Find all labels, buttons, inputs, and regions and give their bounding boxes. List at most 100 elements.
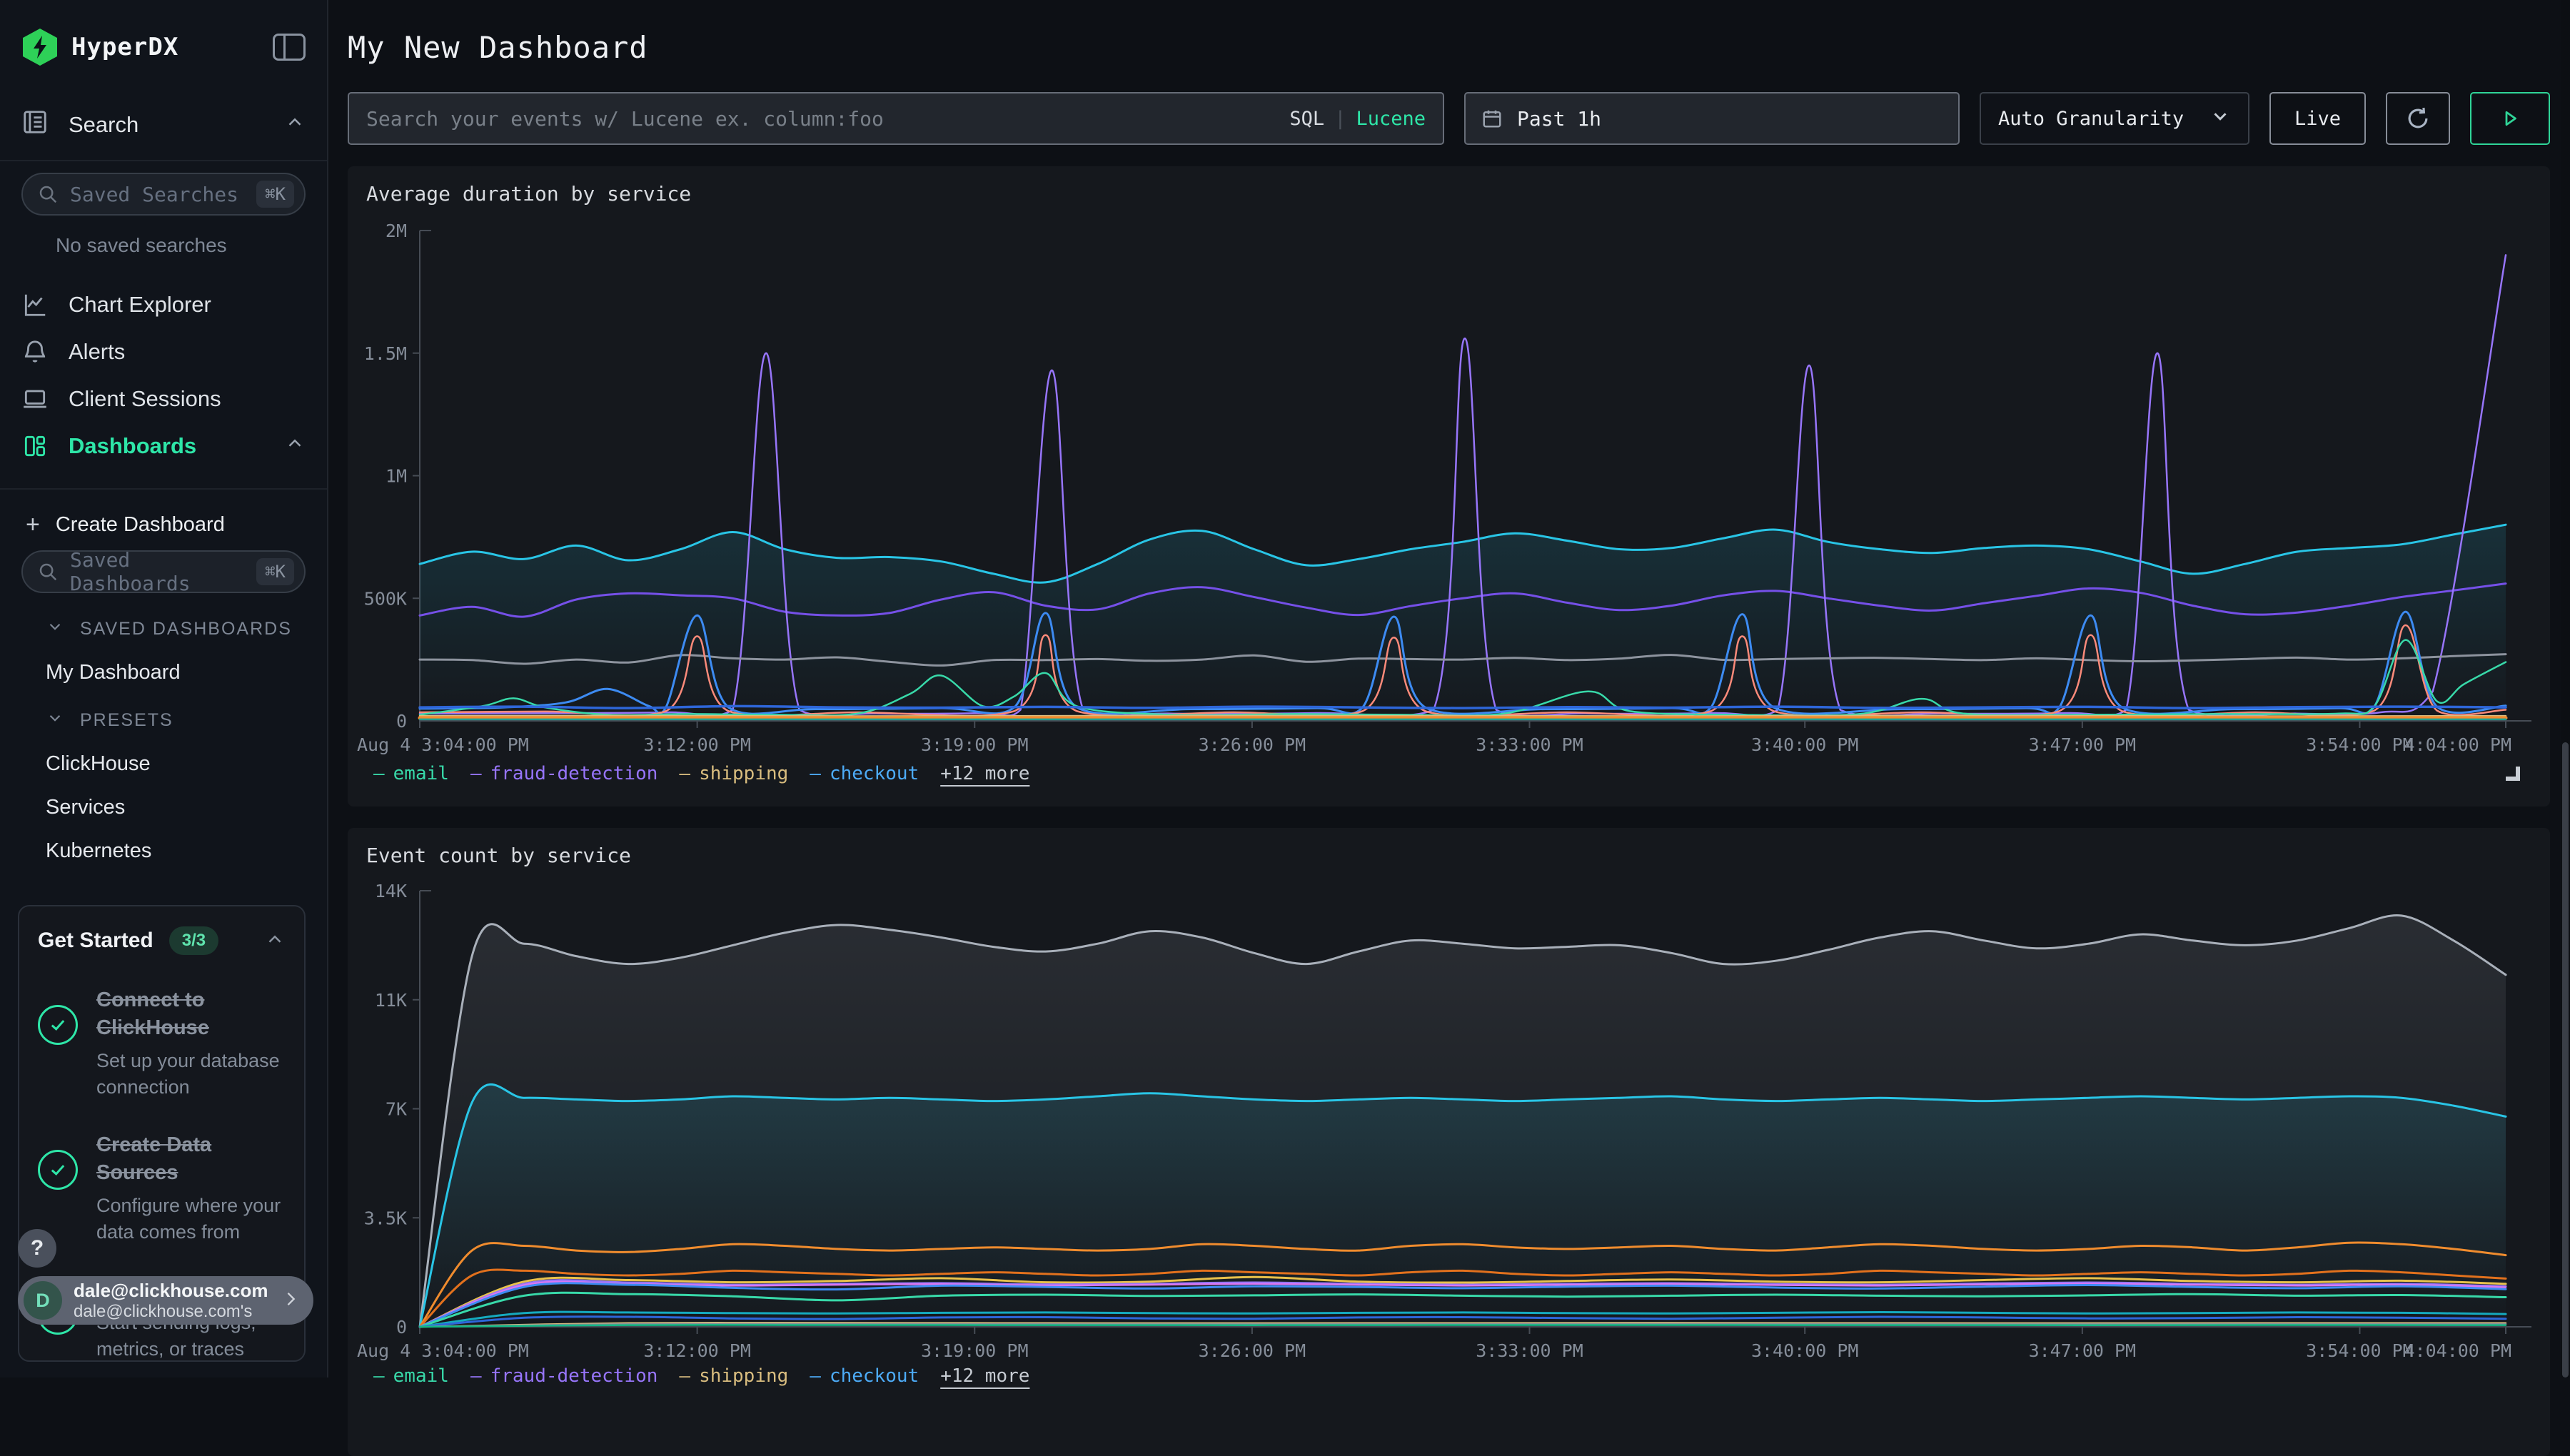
chevron-right-icon	[281, 1289, 301, 1313]
chart-title: Average duration by service	[366, 182, 691, 206]
refresh-icon	[2404, 105, 2432, 132]
legend-swatch: —	[470, 763, 482, 784]
search-icon	[37, 561, 59, 582]
legend-label: email	[393, 763, 449, 784]
sidebar-item-label: Search	[69, 112, 138, 138]
sidebar-item-client-sessions[interactable]: Client Sessions	[0, 375, 327, 423]
live-button[interactable]: Live	[2269, 92, 2366, 145]
create-dashboard-button[interactable]: + Create Dashboard	[0, 511, 327, 539]
svg-text:3:33:00 PM: 3:33:00 PM	[1476, 1340, 1583, 1361]
legend-item-fraud-detection[interactable]: —fraud-detection	[470, 1365, 657, 1387]
svg-text:2M: 2M	[386, 221, 407, 241]
legend-more-link[interactable]: +12 more	[940, 1365, 1029, 1387]
sidebar-item-search[interactable]: Search	[0, 108, 327, 141]
granularity-value: Auto Granularity	[1998, 108, 2184, 130]
refresh-button[interactable]	[2386, 92, 2450, 145]
svg-text:3:19:00 PM: 3:19:00 PM	[921, 734, 1029, 755]
legend-item-checkout[interactable]: —checkout	[810, 763, 919, 784]
svg-text:3:47:00 PM: 3:47:00 PM	[2029, 734, 2137, 755]
resize-handle[interactable]	[2506, 767, 2520, 781]
saved-searches-placeholder: Saved Searches	[70, 183, 256, 206]
legend-swatch: —	[810, 1365, 821, 1387]
svg-text:4:04:00 PM: 4:04:00 PM	[2404, 1340, 2511, 1361]
calendar-icon	[1481, 108, 1503, 129]
svg-text:4:04:00 PM: 4:04:00 PM	[2404, 734, 2511, 755]
chart-legend: —email —fraud-detection —shipping — checkout…	[373, 1365, 1029, 1387]
event-search-input[interactable]: Search your events w/ Lucene ex. column:…	[348, 92, 1444, 145]
chart-panel-average-duration[interactable]: 0500K1M1.5M2MAug 4 3:04:00 PM3:12:00 PM3…	[348, 166, 2550, 807]
language-toggle-sql[interactable]: SQL	[1289, 108, 1324, 130]
legend-swatch: —	[810, 763, 821, 784]
time-range-picker[interactable]: Past 1h	[1464, 92, 1960, 145]
chart-legend: — email —fraud-detection —shipping —checkout…	[373, 763, 1029, 784]
svg-text:7K: 7K	[386, 1099, 407, 1120]
saved-dashboards-header[interactable]: SAVED DASHBOARDS	[46, 617, 327, 641]
scrollbar-thumb[interactable]	[2562, 742, 2569, 1377]
help-button[interactable]: ?	[18, 1229, 56, 1268]
page-scrollbar[interactable]	[2561, 0, 2570, 1377]
chevron-up-icon[interactable]	[284, 433, 306, 460]
legend-more-link[interactable]: +12 more	[940, 763, 1029, 784]
dashboard-grid-icon	[21, 433, 50, 460]
get-started-progress-badge: 3/3	[169, 926, 218, 955]
event-count-chart: 03.5K7K11K14KAug 4 3:04:00 PM3:12:00 PM3…	[348, 828, 2550, 1456]
sidebar-item-alerts[interactable]: Alerts	[0, 328, 327, 375]
legend-swatch: —	[373, 763, 385, 784]
user-team: dale@clickhouse.com's	[74, 1302, 281, 1322]
time-range-value: Past 1h	[1517, 107, 1601, 131]
granularity-select[interactable]: Auto Granularity	[1980, 92, 2249, 145]
svg-text:1.5M: 1.5M	[364, 343, 407, 364]
svg-text:3:54:00 PM: 3:54:00 PM	[2306, 1340, 2414, 1361]
shortcut-badge: ⌘K	[256, 181, 294, 208]
get-started-item-connect[interactable]: Connect to ClickHouse Set up your databa…	[38, 986, 286, 1100]
dashboard-controls: Search your events w/ Lucene ex. column:…	[348, 92, 2550, 145]
saved-dashboards-header-label: SAVED DASHBOARDS	[80, 619, 292, 639]
sidebar-item-dashboards[interactable]: Dashboards	[0, 423, 327, 470]
sidebar-item-label: Chart Explorer	[69, 292, 211, 318]
svg-text:Aug 4 3:04:00 PM: Aug 4 3:04:00 PM	[357, 734, 529, 755]
legend-item-email[interactable]: — email	[373, 763, 449, 784]
legend-item-checkout[interactable]: — checkout	[810, 1365, 919, 1387]
chevron-up-icon[interactable]	[264, 929, 286, 954]
bell-icon	[21, 338, 50, 365]
preset-item-clickhouse[interactable]: ClickHouse	[46, 752, 327, 776]
get-started-item-sources[interactable]: Create Data Sources Configure where your…	[38, 1131, 286, 1245]
saved-searches-input[interactable]: Saved Searches ⌘K	[21, 173, 306, 216]
language-toggle-lucene[interactable]: Lucene	[1356, 108, 1426, 130]
sidebar-item-label: Client Sessions	[69, 386, 221, 412]
legend-item-shipping[interactable]: —shipping	[679, 1365, 788, 1387]
chevron-up-icon[interactable]	[284, 111, 306, 138]
search-list-icon	[21, 108, 50, 141]
hyperdx-logo-icon	[21, 27, 59, 67]
main-content: My New Dashboard Search your events w/ L…	[328, 0, 2570, 1377]
app-title: HyperDX	[71, 33, 273, 61]
sidebar-nav: Chart Explorer Alerts Client Sessions Da…	[0, 281, 327, 470]
get-started-item-subtitle: Configure where your data comes from	[96, 1193, 286, 1245]
chart-panel-event-count[interactable]: 03.5K7K11K14KAug 4 3:04:00 PM3:12:00 PM3…	[348, 828, 2550, 1456]
legend-label: email	[393, 1365, 449, 1387]
no-saved-searches-text: No saved searches	[0, 234, 327, 257]
svg-text:500K: 500K	[364, 588, 407, 609]
legend-item-fraud-detection[interactable]: —fraud-detection	[470, 763, 657, 784]
legend-item-shipping[interactable]: —shipping	[679, 763, 788, 784]
preset-item-kubernetes[interactable]: Kubernetes	[46, 839, 327, 863]
sidebar-collapse-icon[interactable]	[273, 34, 306, 61]
sidebar-item-chart-explorer[interactable]: Chart Explorer	[0, 281, 327, 328]
check-circle-icon	[38, 1150, 78, 1190]
svg-text:14K: 14K	[375, 881, 407, 901]
chevron-down-icon	[2209, 106, 2231, 132]
presets-header[interactable]: PRESETS	[46, 709, 327, 732]
preset-item-services[interactable]: Services	[46, 796, 327, 819]
legend-label: checkout	[830, 1365, 919, 1387]
svg-text:3:26:00 PM: 3:26:00 PM	[1199, 734, 1306, 755]
dashboard-item-my-dashboard[interactable]: My Dashboard	[46, 661, 327, 684]
saved-dashboards-input[interactable]: Saved Dashboards ⌘K	[21, 550, 306, 593]
svg-text:3:33:00 PM: 3:33:00 PM	[1476, 734, 1583, 755]
logo-row: HyperDX	[0, 0, 327, 67]
chevron-down-icon	[46, 709, 64, 732]
legend-item-email[interactable]: —email	[373, 1365, 449, 1387]
run-query-button[interactable]	[2470, 92, 2550, 145]
svg-text:3.5K: 3.5K	[364, 1208, 407, 1228]
page-title: My New Dashboard	[328, 0, 2570, 65]
user-menu[interactable]: D dale@clickhouse.com dale@clickhouse.co…	[18, 1276, 313, 1325]
